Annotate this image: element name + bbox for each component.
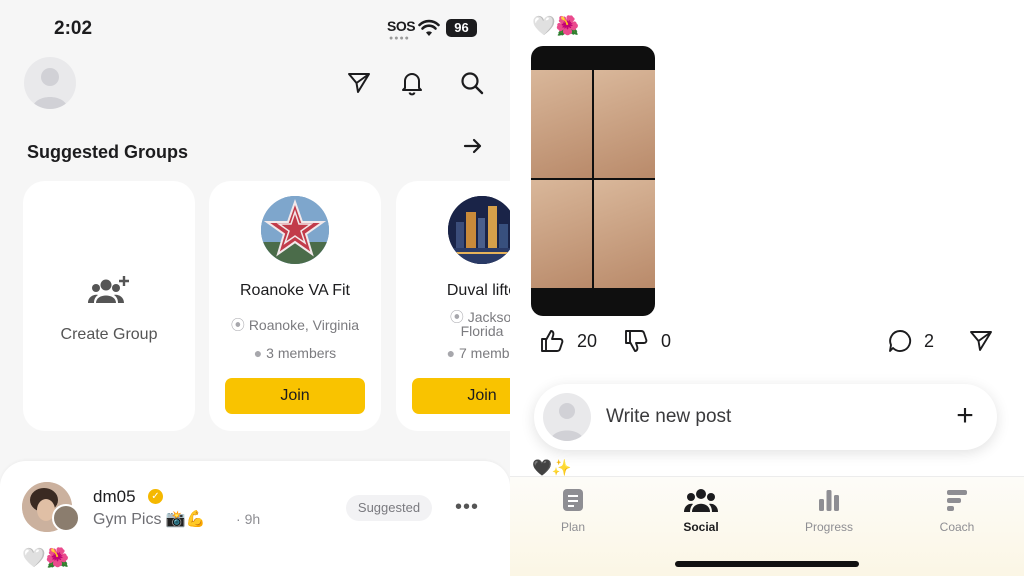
share-button[interactable]: [968, 328, 996, 356]
post-caption-emoji: 🤍🌺: [532, 16, 580, 37]
create-group-label: Create Group: [60, 326, 158, 343]
signal-dots-icon: ●●●●: [389, 35, 410, 42]
join-button[interactable]: Join: [225, 378, 365, 414]
group-location-text: Roanoke, Virginia: [248, 317, 360, 333]
progress-icon: [819, 490, 839, 511]
comment-icon: [889, 330, 912, 352]
member-icon: ●: [253, 345, 267, 361]
tab-label: Social: [683, 520, 719, 534]
coach-icon: [947, 490, 967, 511]
send-icon: [970, 331, 992, 351]
join-button[interactable]: Join: [412, 378, 510, 414]
group-card[interactable]: Duval lifte ⦿ Jacksonv Florida ● 7 membe…: [396, 181, 510, 431]
right-screen: 🤍🌺 20 0 2 Write new post + 🖤✨ Plan Socia…: [510, 0, 1024, 576]
arrow-right-icon[interactable]: [462, 135, 484, 157]
photo-cell: [594, 70, 655, 178]
profile-avatar[interactable]: [24, 57, 76, 109]
group-members-text: 3 members: [266, 345, 337, 361]
comment-button[interactable]: 2: [887, 328, 947, 358]
group-avatar: [261, 196, 329, 264]
plus-icon[interactable]: +: [950, 398, 980, 434]
post-emoji-text: 🤍🌺: [22, 548, 70, 569]
tab-label: Coach: [939, 520, 975, 534]
social-icon: [684, 489, 718, 512]
create-group-card[interactable]: Create Group: [23, 181, 195, 431]
add-group-icon: [87, 273, 133, 312]
wifi-icon: [418, 19, 440, 42]
bottom-tab-bar: Plan Social Progress Coach: [510, 476, 1024, 576]
like-count: 20: [577, 331, 598, 351]
tab-plan[interactable]: Plan: [523, 477, 623, 547]
send-icon[interactable]: [346, 70, 372, 96]
post-group-name[interactable]: Gym Pics 📸💪: [93, 509, 206, 529]
thumbs-down-icon: [625, 330, 648, 352]
group-location: ⦿ Roanoke, Virginia: [209, 315, 381, 335]
post-username[interactable]: dm05: [93, 487, 136, 507]
group-members: ● 7 membe: [396, 345, 510, 361]
status-time: 2:02: [54, 18, 93, 39]
write-post-bar[interactable]: Write new post +: [534, 384, 997, 450]
write-post-placeholder: Write new post: [606, 406, 732, 427]
next-post-emoji: 🖤✨: [532, 460, 572, 477]
tab-progress[interactable]: Progress: [779, 477, 879, 547]
tab-coach[interactable]: Coach: [907, 477, 1007, 547]
avatar-placeholder-icon: [550, 403, 584, 441]
photo-cell: [594, 180, 655, 288]
verified-badge-icon: ✓: [148, 489, 163, 504]
group-members-text: 7 membe: [459, 345, 510, 361]
dislike-count: 0: [661, 331, 672, 351]
avatar-placeholder-icon: [32, 68, 68, 109]
sos-indicator: SOS: [387, 18, 416, 34]
left-screen: 2:02 SOS ●●●● 96 Suggested Groups Create…: [0, 0, 510, 576]
bell-icon[interactable]: [399, 70, 425, 96]
more-options-icon[interactable]: •••: [455, 496, 479, 519]
group-name: Duval lifte: [446, 282, 510, 299]
dislike-button[interactable]: 0: [623, 328, 683, 358]
star-image-icon: [261, 196, 329, 264]
group-mini-avatar: [52, 504, 80, 532]
group-members: ● 3 members: [209, 345, 381, 361]
group-avatar: [448, 196, 510, 264]
tab-social[interactable]: Social: [651, 477, 751, 547]
post-photo[interactable]: [531, 46, 655, 316]
composer-avatar: [543, 393, 591, 441]
battery-indicator: 96: [446, 19, 477, 37]
suggested-groups-title: Suggested Groups: [27, 142, 189, 162]
thumbs-up-icon: [541, 330, 564, 352]
tab-label: Progress: [804, 520, 854, 534]
photo-cell: [531, 70, 592, 178]
photo-cell: [531, 180, 592, 288]
city-image-icon: [448, 196, 510, 264]
location-pin-icon: ⦿: [230, 317, 249, 333]
post-time: · 9h: [236, 511, 261, 527]
suggested-badge: Suggested: [346, 495, 432, 521]
group-name: Roanoke VA Fit: [240, 282, 350, 299]
home-indicator: [675, 561, 859, 567]
search-icon[interactable]: [459, 70, 485, 96]
tab-label: Plan: [560, 520, 586, 534]
member-icon: ●: [446, 345, 459, 361]
group-card[interactable]: Roanoke VA Fit ⦿ Roanoke, Virginia ● 3 m…: [209, 181, 381, 431]
like-button[interactable]: 20: [539, 328, 609, 358]
post-time-text: 9h: [244, 511, 261, 527]
plan-icon: [563, 489, 583, 511]
comment-count: 2: [924, 331, 935, 351]
group-location-line2: Florida: [460, 323, 504, 339]
